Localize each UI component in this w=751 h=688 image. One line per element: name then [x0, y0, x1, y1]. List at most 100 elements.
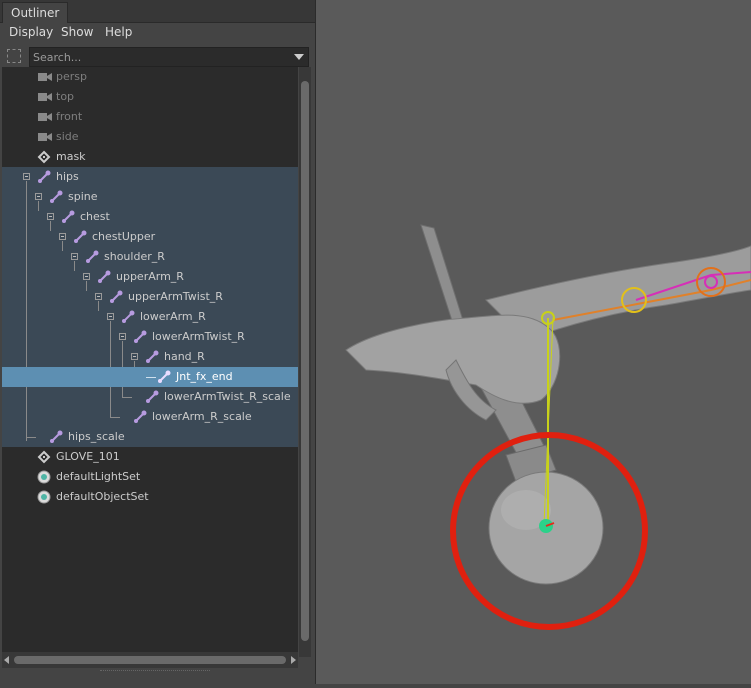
horizontal-scroll-thumb[interactable]: [14, 656, 286, 664]
joint-icon: [62, 210, 75, 223]
scroll-left-icon[interactable]: [4, 656, 9, 664]
menu-help[interactable]: Help: [105, 23, 132, 41]
tree-item-label: defaultObjectSet: [56, 490, 149, 503]
camera-icon: [38, 93, 52, 101]
tree-item-label: Jnt_fx_end: [176, 370, 233, 383]
tree-item-shoulder-r[interactable]: shoulder_R: [2, 247, 298, 267]
outliner-tree: persp top front side mask hips spine che…: [2, 67, 298, 657]
tree-item-label: lowerArmTwist_R: [152, 330, 245, 343]
tree-item-chestUpper[interactable]: chestUpper: [2, 227, 298, 247]
collapse-toggle-icon[interactable]: [83, 273, 90, 280]
transform-icon: [37, 150, 51, 164]
joint-icon: [122, 310, 135, 323]
hand-mesh: [345, 314, 561, 404]
menu-show[interactable]: Show: [61, 23, 93, 41]
tree-item-label: shoulder_R: [104, 250, 165, 263]
joint-icon: [110, 290, 123, 303]
outliner-panel: Outliner Display Show Help persp: [0, 0, 316, 684]
joint-icon: [158, 370, 171, 383]
tree-item-spine[interactable]: spine: [2, 187, 298, 207]
joint-icon: [86, 250, 99, 263]
tree-item-top[interactable]: top: [2, 87, 298, 107]
filter-icon[interactable]: [7, 49, 21, 63]
menu-display[interactable]: Display: [9, 23, 53, 41]
joint-icon: [50, 430, 63, 443]
joint-icon: [134, 410, 147, 423]
camera-icon: [38, 73, 52, 81]
viewport-scene: [345, 224, 751, 630]
tree-item-label: upperArmTwist_R: [128, 290, 223, 303]
tree-item-label: spine: [68, 190, 98, 203]
collapse-toggle-icon[interactable]: [95, 293, 102, 300]
tree-item-lowerarmtwist-r-scale[interactable]: lowerArmTwist_R_scale: [2, 387, 298, 407]
set-icon: [37, 470, 51, 484]
collapse-toggle-icon[interactable]: [107, 313, 114, 320]
search-row: [0, 44, 315, 68]
vertical-scroll-thumb[interactable]: [301, 81, 309, 641]
tree-item-label: hips_scale: [68, 430, 125, 443]
tree-item-chest[interactable]: chest: [2, 207, 298, 227]
tree-item-label: mask: [56, 150, 86, 163]
tree-item-jnt-fx-end[interactable]: Jnt_fx_end: [2, 367, 298, 387]
tree-item-label: chestUpper: [92, 230, 156, 243]
search-box: [29, 47, 309, 67]
wand-top: [420, 224, 467, 334]
tree-item-label: defaultLightSet: [56, 470, 141, 483]
tree-item-label: GLOVE_101: [56, 450, 120, 463]
tree-item-mask[interactable]: mask: [2, 147, 298, 167]
tree-item-upperarmtwist-r[interactable]: upperArmTwist_R: [2, 287, 298, 307]
joint-icon: [50, 190, 63, 203]
horizontal-scrollbar[interactable]: [2, 652, 298, 668]
camera-icon: [38, 113, 52, 121]
collapse-toggle-icon[interactable]: [47, 213, 54, 220]
tree-item-label: top: [56, 90, 75, 103]
camera-icon: [38, 133, 52, 141]
tree-item-defaultlightset[interactable]: defaultLightSet: [2, 467, 298, 487]
joint-icon: [146, 350, 159, 363]
menu-bar: Display Show Help: [0, 23, 315, 43]
joint-icon: [98, 270, 111, 283]
tree-item-label: upperArm_R: [116, 270, 184, 283]
tree-item-label: chest: [80, 210, 110, 223]
collapse-toggle-icon[interactable]: [59, 233, 66, 240]
tree-item-label: persp: [56, 70, 87, 83]
set-icon: [37, 490, 51, 504]
tree-line: [146, 377, 156, 378]
tree-item-label: front: [56, 110, 83, 123]
vertical-scrollbar[interactable]: [299, 67, 311, 657]
tree-item-label: hips: [56, 170, 79, 183]
panel-title-bar: Outliner: [0, 0, 315, 23]
tree-item-hand-r[interactable]: hand_R: [2, 347, 298, 367]
tree-item-label: side: [56, 130, 79, 143]
tree-item-label: lowerArm_R_scale: [152, 410, 252, 423]
tree-item-lowerarm-r-scale[interactable]: lowerArm_R_scale: [2, 407, 298, 427]
collapse-toggle-icon[interactable]: [35, 193, 42, 200]
tree-item-side[interactable]: side: [2, 127, 298, 147]
3d-viewport[interactable]: [316, 0, 751, 684]
joint-icon: [146, 390, 159, 403]
tree-item-persp[interactable]: persp: [2, 67, 298, 87]
collapse-toggle-icon[interactable]: [131, 353, 138, 360]
tree-item-front[interactable]: front: [2, 107, 298, 127]
joint-icon: [134, 330, 147, 343]
tree-item-lowerarm-r[interactable]: lowerArm_R: [2, 307, 298, 327]
scroll-right-icon[interactable]: [291, 656, 296, 664]
tree-item-lowerarmtwist-r[interactable]: lowerArmTwist_R: [2, 327, 298, 347]
transform-icon: [37, 450, 51, 464]
search-input[interactable]: [30, 48, 283, 66]
tree-item-defaultobjectset[interactable]: defaultObjectSet: [2, 487, 298, 507]
collapse-toggle-icon[interactable]: [71, 253, 78, 260]
joint-icon: [38, 170, 51, 183]
tree-item-hips-scale[interactable]: hips_scale: [2, 427, 298, 447]
collapse-toggle-icon[interactable]: [119, 333, 126, 340]
outliner-tab[interactable]: Outliner: [2, 2, 69, 23]
tree-item-label: hand_R: [164, 350, 205, 363]
tree-item-label: lowerArmTwist_R_scale: [164, 390, 291, 403]
search-dropdown-icon[interactable]: [294, 54, 304, 60]
joint-icon: [74, 230, 87, 243]
tree-item-upperarm-r[interactable]: upperArm_R: [2, 267, 298, 287]
tree-item-glove-101[interactable]: GLOVE_101: [2, 447, 298, 467]
collapse-toggle-icon[interactable]: [23, 173, 30, 180]
panel-resize-grip[interactable]: [100, 670, 210, 674]
tree-item-hips[interactable]: hips: [2, 167, 298, 187]
